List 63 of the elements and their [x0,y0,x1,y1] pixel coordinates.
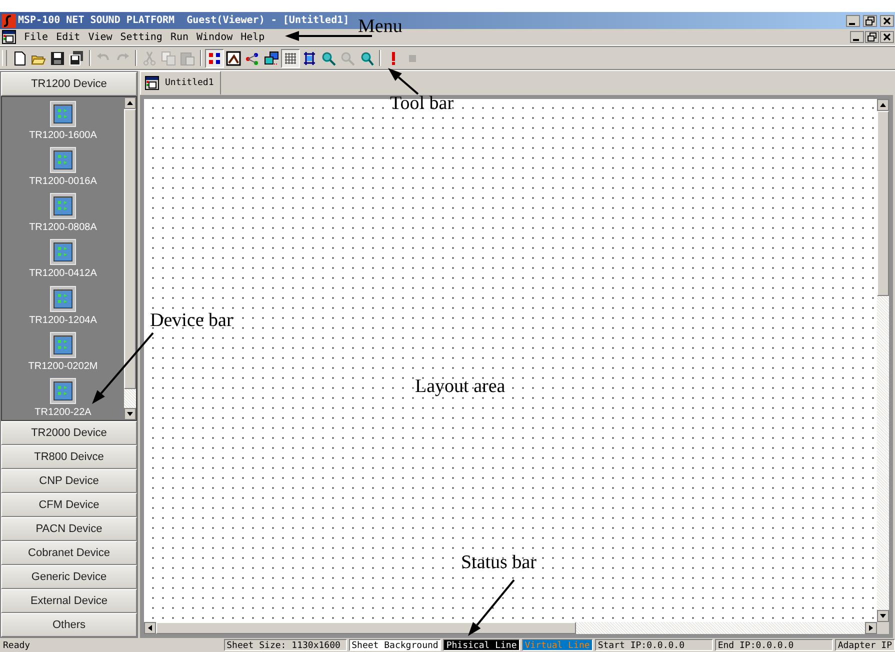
device-label[interactable]: TR1200-0412A [29,268,97,280]
device-label[interactable]: TR1200-1600A [29,130,97,141]
scroll-down-icon[interactable] [877,610,889,622]
window-title: MSP-100 NET SOUND PLATFORM Guest(Viewer) - [Untitled1] [18,15,350,26]
device-category-button[interactable]: CNP Device [1,469,137,493]
restore-icon[interactable] [865,31,879,43]
status-pane: Adapter IP [834,639,895,651]
device-label[interactable]: TR1200-0808A [29,222,97,234]
menu-item[interactable]: File [20,32,52,42]
app-logo-icon [2,14,16,28]
annotation-label: Tool bar [390,93,454,115]
menu-item[interactable]: Window [192,32,237,42]
device-icon[interactable] [50,239,76,266]
menu-item[interactable]: Help [236,32,269,42]
scroll-thumb[interactable] [156,622,576,634]
device-icon[interactable] [50,193,76,220]
close-icon[interactable] [880,31,894,43]
device-category-button[interactable]: TR2000 Device [1,421,137,445]
scroll-up-icon[interactable] [877,99,889,111]
scroll-left-icon[interactable] [144,622,156,634]
status-pane: Sheet Size: 1130x1600 [224,639,347,651]
minimize-icon[interactable] [850,31,864,43]
document-icon[interactable] [2,30,16,44]
close-icon[interactable] [880,14,894,26]
scroll-up-icon[interactable] [124,97,136,109]
device-icon[interactable] [50,147,76,174]
status-pane: Sheet Background [348,639,442,651]
device-category-button[interactable]: CFM Device [1,493,137,517]
device-icon[interactable] [50,378,76,404]
status-pane: Start IP:0.0.0.0 [594,639,713,651]
device-category-button[interactable]: PACN Device [1,517,137,541]
device-label[interactable]: TR1200-1204A [29,314,97,326]
minimize-icon[interactable] [846,14,860,26]
device-category-button[interactable]: Generic Device [1,565,137,589]
status-pane: End IP:0.0.0.0 [714,639,833,651]
scrollbar[interactable] [877,99,889,622]
annotation-label: Layout area [415,376,506,398]
status-pane: Virtual Line [522,639,593,651]
menu-item[interactable]: View [84,32,116,42]
document-icon [145,76,159,90]
device-label[interactable]: TR1200-0016A [29,176,97,188]
menu-item[interactable]: Edit [52,32,84,42]
menu-item[interactable]: Setting [116,32,166,42]
device-category-button[interactable]: Others [1,613,137,637]
device-icon[interactable] [50,286,76,312]
document-tab[interactable]: Untitled1 [140,71,221,95]
device-category-button[interactable]: External Device [1,589,137,613]
device-label[interactable]: TR1200-0202M [28,360,98,372]
status-pane: Ready [2,640,32,651]
status-pane: Phisical Line [443,639,520,651]
device-icon[interactable] [50,332,76,358]
scroll-right-icon[interactable] [865,622,877,634]
scroll-down-icon[interactable] [124,408,136,420]
device-category-button[interactable]: TR800 Deivce [1,445,137,469]
menu-item[interactable]: Run [166,32,192,42]
device-label[interactable]: TR1200-22A [34,406,92,418]
annotation-label: Status bar [461,552,536,574]
restore-icon[interactable] [863,14,877,26]
device-category-button[interactable]: Cobranet Device [1,541,137,565]
annotation-label: Device bar [150,310,233,332]
device-icon[interactable] [50,101,76,127]
scroll-thumb[interactable] [877,111,889,296]
device-category-button[interactable]: TR1200 Device [1,72,137,96]
